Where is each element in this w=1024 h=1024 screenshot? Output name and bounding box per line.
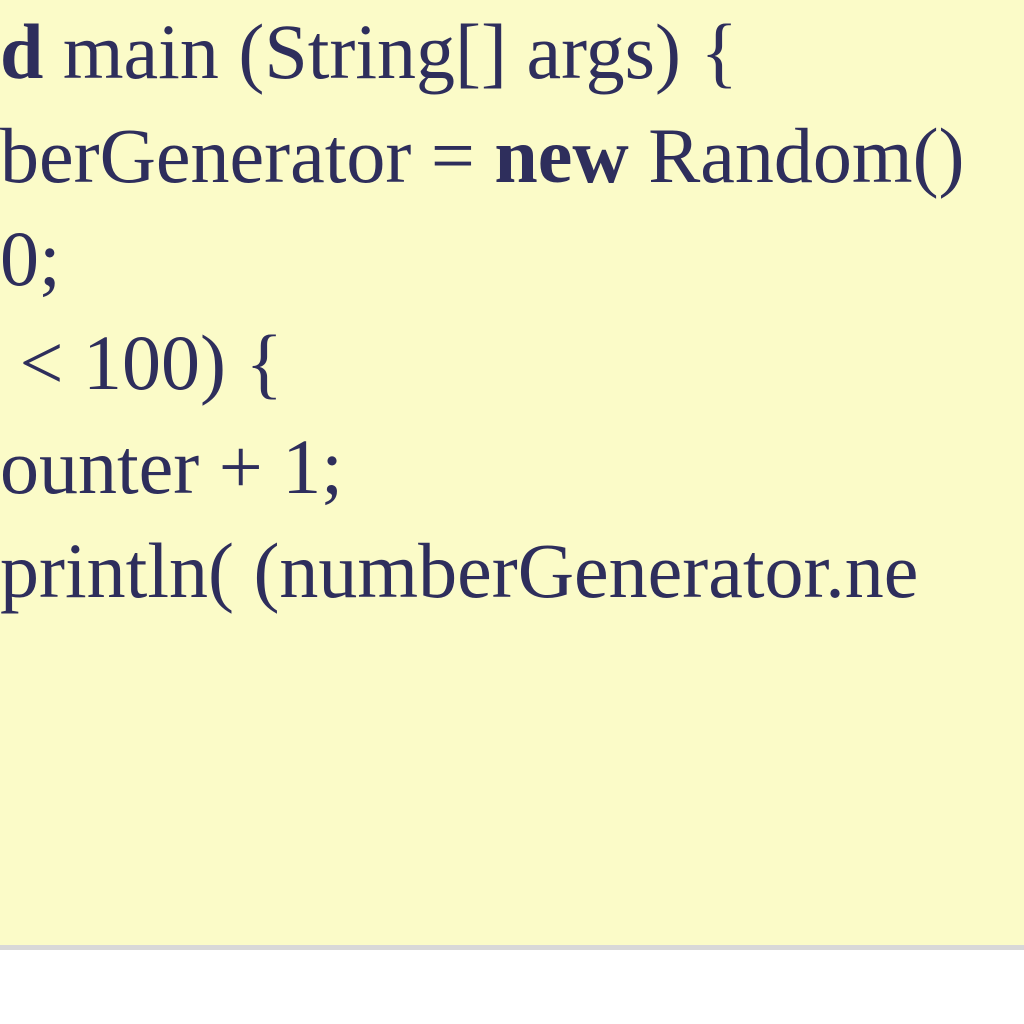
code-text: berGenerator =: [0, 112, 494, 199]
code-block: d main (String[] args) {berGenerator = n…: [0, 0, 1024, 950]
code-line-2: berGenerator = new Random(): [0, 104, 1024, 208]
keyword-new: new: [494, 112, 628, 199]
code-text: main (String[] args) {: [43, 8, 738, 95]
keyword-void-fragment: d: [0, 8, 43, 95]
code-line-6: println( (numberGenerator.ne: [0, 519, 1024, 623]
code-line-5: ounter + 1;: [0, 415, 1024, 519]
code-line-1: d main (String[] args) {: [0, 0, 1024, 104]
code-line-3: 0;: [0, 207, 1024, 311]
code-line-4: < 100) {: [0, 311, 1024, 415]
code-text: Random(): [629, 112, 965, 199]
